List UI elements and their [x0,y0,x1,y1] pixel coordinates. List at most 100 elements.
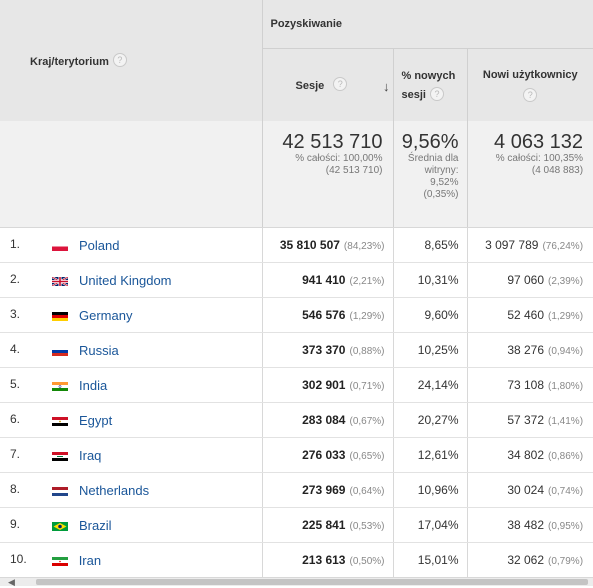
table-row: 10.Iran213 613(0,50%)15,01%32 062(0,79%) [0,543,593,578]
country-link[interactable]: United Kingdom [79,273,172,288]
new-users-percent: (0,79%) [548,556,583,567]
sessions-cell: 302 901 (0,71%) [262,368,393,403]
table-row: 1.Poland35 810 507(84,23%)8,65%3 097 789… [0,228,593,263]
scrollbar-thumb[interactable] [36,579,588,585]
country-cell: 1. Poland [0,228,262,263]
sessions-value: 546 576 [302,308,345,322]
new-users-cell: 38 276 (0,94%) [467,333,593,368]
country-cell: 7. Iraq [0,438,262,473]
sessions-cell: 276 033(0,65%) [262,438,393,473]
help-icon[interactable]: ? [333,77,347,91]
new-users-header-label: Nowi użytkownicy [468,67,593,84]
country-link[interactable]: Russia [79,343,119,358]
poland-flag-icon [52,240,70,251]
row-number: 4. [0,342,20,356]
new-sessions-cell: 20,27% [393,403,467,438]
new-users-cell: 57 372 (1,41%) [467,403,593,438]
new-users-percent: (1,41%) [548,416,583,427]
country-link[interactable]: Netherlands [79,483,149,498]
country-report-table: Kraj/terytorium? Pozyskiwanie Sesje? ↓ %… [0,0,593,578]
sessions-value: 941 410 [302,273,345,287]
new-users-value: 73 108 [507,378,544,392]
country-link[interactable]: Egypt [79,413,112,428]
new-users-value: 38 276 [507,343,544,357]
sessions-cell: 225 841(0,53%) [262,508,393,543]
table-row: 5. India 302 901 (0,71%) 24,14%73 108(1,80%) [0,368,593,403]
table-row: 2.United Kingdom941 410(2,21%)10,31%97 0… [0,263,593,298]
country-link[interactable]: India [79,378,107,393]
table-row: 6. Egypt 283 084(0,67%)20,27% 57 372 (1,41%) [0,403,593,438]
sessions-percent: (0,67%) [349,416,384,427]
new-sessions-column-header[interactable]: % nowych sesji? [393,49,467,122]
sessions-cell: 213 613(0,50%) [262,543,393,578]
new-users-percent: (0,74%) [548,486,583,497]
row-number: 8. [0,482,20,496]
new-users-value: 52 460 [507,308,544,322]
table-row: 9.Brazil225 841(0,53%)17,04%38 482(0,95%… [0,508,593,543]
new-users-cell: 30 024 (0,74%) [467,473,593,508]
help-icon[interactable]: ? [523,88,537,102]
row-number: 1. [0,237,20,251]
country-link[interactable]: Brazil [79,518,112,533]
netherlands-flag-icon [52,485,70,496]
new-users-cell: 32 062 (0,79%) [467,543,593,578]
totals-new-users: 4 063 132 % całości: 100,35% (4 048 883) [467,121,593,228]
new-users-percent: (76,24%) [542,241,583,252]
scroll-left-icon[interactable]: ◀ [8,577,15,588]
country-cell: 8. Netherlands [0,473,262,508]
country-cell: 5. India [0,368,262,403]
sessions-value: 273 969 [302,483,345,497]
new-users-value: 34 802 [507,448,544,462]
row-number: 5. [0,377,20,391]
table-row: 4.Russia373 370(0,88%)10,25%38 276(0,94%… [0,333,593,368]
brazil-flag-icon [52,520,70,531]
row-number: 6. [0,412,20,426]
sessions-percent: (0,88%) [349,346,384,357]
sessions-value: 302 901 [302,378,345,392]
russia-flag-icon [52,345,70,356]
iran-flag-icon [52,555,70,566]
sessions-percent: (0,71%) [349,381,384,392]
totals-label-cell [0,121,262,228]
new-sessions-cell: 8,65% [393,228,467,263]
sessions-column-header[interactable]: Sesje? ↓ [262,49,393,122]
country-header-label: Kraj/terytorium [0,56,109,68]
sessions-cell: 283 084(0,67%) [262,403,393,438]
new-sessions-cell: 24,14% [393,368,467,403]
new-users-value: 97 060 [507,273,544,287]
sessions-value: 225 841 [302,518,345,532]
country-link[interactable]: Poland [79,238,119,253]
country-link[interactable]: Iran [79,553,101,568]
new-sessions-cell: 10,31% [393,263,467,298]
table-row: 8.Netherlands273 969(0,64%)10,96%30 024(… [0,473,593,508]
country-link[interactable]: Iraq [79,448,101,463]
table-row: 7.Iraq276 033(0,65%)12,61%34 802(0,86%) [0,438,593,473]
new-users-value: 30 024 [507,483,544,497]
sessions-percent: (0,50%) [349,556,384,567]
new-users-column-header[interactable]: Nowi użytkownicy ? [467,49,593,122]
india-flag-icon [52,380,70,391]
new-sessions-cell: 9,60% [393,298,467,333]
new-users-cell: 38 482(0,95%) [467,508,593,543]
new-users-cell: 73 108(1,80%) [467,368,593,403]
new-users-percent: (0,94%) [548,346,583,357]
country-column-header[interactable]: Kraj/terytorium? [0,0,262,121]
new-users-percent: (1,29%) [548,311,583,322]
totals-new-sessions: 9,56% Średnia dla witryny: 9,52% (0,35%) [393,121,467,228]
country-cell: 10.Iran [0,543,262,578]
sessions-value: 276 033 [302,448,345,462]
new-users-value: 57 372 [507,413,544,427]
country-link[interactable]: Germany [79,308,132,323]
totals-row: 42 513 710 % całości: 100,00% (42 513 71… [0,121,593,228]
country-cell: 3.Germany [0,298,262,333]
help-icon[interactable]: ? [113,53,127,67]
sessions-cell: 546 576(1,29%) [262,298,393,333]
acquisition-group-label: Pozyskiwanie [263,0,593,30]
row-number: 7. [0,447,20,461]
help-icon[interactable]: ? [430,87,444,101]
new-users-value: 32 062 [507,553,544,567]
sort-descending-icon[interactable]: ↓ [383,79,390,94]
sessions-value: 35 810 507 [280,238,340,252]
sessions-percent: (2,21%) [349,276,384,287]
table-row: 3.Germany546 576(1,29%)9,60% 52 460 (1,29%… [0,298,593,333]
